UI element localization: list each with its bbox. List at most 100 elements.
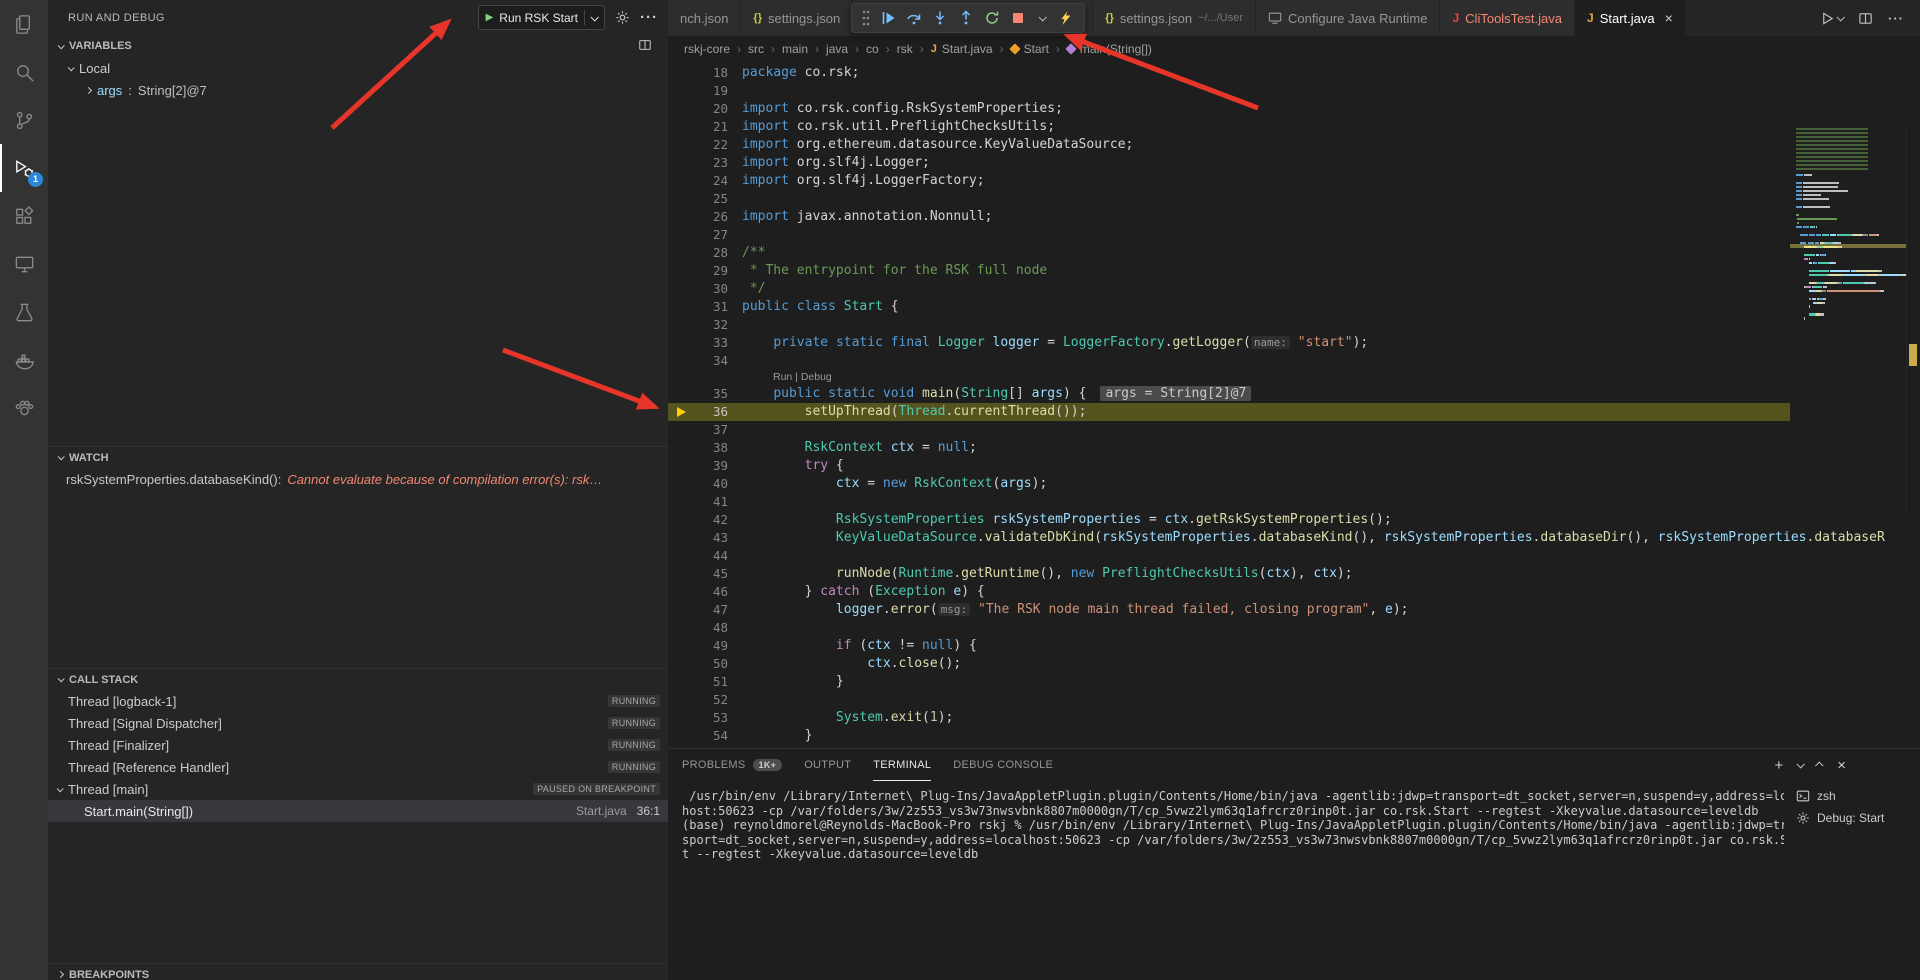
- code-line-32[interactable]: 32: [668, 316, 1920, 334]
- activity-docker[interactable]: [0, 336, 48, 384]
- code-line-49[interactable]: 49 if (ctx != null) {: [668, 637, 1920, 655]
- line-number[interactable]: 52: [694, 691, 728, 709]
- thread-row[interactable]: Thread [main]PAUSED ON BREAKPOINT: [48, 778, 668, 800]
- terminal-output[interactable]: /usr/bin/env /Library/Internet\ Plug-Ins…: [682, 789, 1784, 976]
- breadcrumb-item[interactable]: co: [866, 42, 879, 56]
- gutter-glyph[interactable]: [668, 727, 694, 745]
- code-line-41[interactable]: 41: [668, 493, 1920, 511]
- code-line-29[interactable]: 29 * The entrypoint for the RSK full nod…: [668, 262, 1920, 280]
- line-number[interactable]: 44: [694, 547, 728, 565]
- code-line-46[interactable]: 46 } catch (Exception e) {: [668, 583, 1920, 601]
- activity-explorer[interactable]: [0, 0, 48, 48]
- code-line-51[interactable]: 51 }: [668, 673, 1920, 691]
- gutter-glyph[interactable]: [668, 619, 694, 637]
- code-line-34[interactable]: 34: [668, 352, 1920, 370]
- new-terminal-icon[interactable]: +: [1774, 758, 1783, 773]
- breadcrumb-item[interactable]: Start: [1011, 42, 1049, 56]
- line-number[interactable]: 31: [694, 298, 728, 316]
- gutter-glyph[interactable]: [668, 334, 694, 352]
- editor-more-icon[interactable]: ···: [1888, 11, 1904, 26]
- breadcrumb-item[interactable]: java: [826, 42, 848, 56]
- tab-start-java[interactable]: JStart.java×: [1575, 0, 1686, 36]
- terminal-session-debug-start[interactable]: Debug: Start: [1786, 807, 1920, 829]
- line-number[interactable]: 54: [694, 727, 728, 745]
- thread-row[interactable]: Thread [Reference Handler]RUNNING: [48, 756, 668, 778]
- more-actions-icon[interactable]: ···: [640, 9, 658, 26]
- gutter-glyph[interactable]: [668, 154, 694, 172]
- gutter-glyph[interactable]: [668, 352, 694, 370]
- code-line-53[interactable]: 53 System.exit(1);: [668, 709, 1920, 727]
- gutter-glyph[interactable]: [668, 226, 694, 244]
- code-line-36[interactable]: 36 setUpThread(Thread.currentThread());: [668, 403, 1920, 421]
- line-number[interactable]: 45: [694, 565, 728, 583]
- line-number[interactable]: 53: [694, 709, 728, 727]
- gutter-glyph[interactable]: [668, 457, 694, 475]
- gutter-glyph[interactable]: [668, 316, 694, 334]
- gutter-glyph[interactable]: [668, 709, 694, 727]
- panel-tab-terminal[interactable]: TERMINAL: [873, 749, 931, 781]
- line-number[interactable]: 29: [694, 262, 728, 280]
- gutter-glyph[interactable]: [668, 385, 694, 403]
- minimap[interactable]: [1790, 124, 1906, 516]
- panel-tab-debug-console[interactable]: DEBUG CONSOLE: [953, 749, 1053, 781]
- code-line-35[interactable]: 35 public static void main(String[] args…: [668, 385, 1920, 403]
- gutter-glyph[interactable]: [668, 583, 694, 601]
- gutter-glyph[interactable]: [668, 565, 694, 583]
- line-number[interactable]: 43: [694, 529, 728, 547]
- activity-run-and-debug[interactable]: 1: [0, 144, 48, 192]
- breakpoints-header[interactable]: BREAKPOINTS: [48, 963, 668, 980]
- close-icon[interactable]: ×: [1665, 11, 1673, 25]
- stop-button[interactable]: [1010, 10, 1026, 26]
- code-line-50[interactable]: 50 ctx.close();: [668, 655, 1920, 673]
- code-line-45[interactable]: 45 runNode(Runtime.getRuntime(), new Pre…: [668, 565, 1920, 583]
- gutter-glyph[interactable]: [668, 298, 694, 316]
- toolbar-more-icon[interactable]: [1036, 10, 1048, 26]
- gutter-glyph[interactable]: [668, 172, 694, 190]
- code-line-33[interactable]: 33 private static final Logger logger = …: [668, 334, 1920, 352]
- scope-local[interactable]: Local: [48, 57, 668, 79]
- maximize-panel-icon[interactable]: [1815, 761, 1823, 769]
- breadcrumb-item[interactable]: main: [782, 42, 808, 56]
- gutter-glyph[interactable]: [668, 100, 694, 118]
- line-number[interactable]: 34: [694, 352, 728, 370]
- panel-tab-problems[interactable]: PROBLEMS1K+: [682, 749, 782, 781]
- gutter-glyph[interactable]: [668, 118, 694, 136]
- code-line-52[interactable]: 52: [668, 691, 1920, 709]
- line-number[interactable]: 35: [694, 385, 728, 403]
- step-out-button[interactable]: [958, 10, 974, 26]
- gutter-glyph[interactable]: [668, 475, 694, 493]
- panel-tab-output[interactable]: OUTPUT: [804, 749, 851, 781]
- variables-header[interactable]: VARIABLES: [48, 35, 668, 57]
- code-line-31[interactable]: 31public class Start {: [668, 298, 1920, 316]
- line-number[interactable]: 18: [694, 64, 728, 82]
- overview-ruler[interactable]: [1906, 124, 1920, 516]
- gutter-glyph[interactable]: [668, 136, 694, 154]
- gutter-glyph[interactable]: [668, 262, 694, 280]
- gutter-glyph[interactable]: [668, 244, 694, 262]
- line-number[interactable]: 37: [694, 421, 728, 439]
- tab-settings-json[interactable]: {}settings.json: [741, 0, 853, 36]
- code-line-24[interactable]: 24import org.slf4j.LoggerFactory;: [668, 172, 1920, 190]
- line-number[interactable]: 51: [694, 673, 728, 691]
- thread-row[interactable]: Thread [Signal Dispatcher]RUNNING: [48, 712, 668, 734]
- code-line-48[interactable]: 48: [668, 619, 1920, 637]
- continue-button[interactable]: [880, 10, 896, 26]
- code-line-30[interactable]: 30 */: [668, 280, 1920, 298]
- line-number[interactable]: 19: [694, 82, 728, 100]
- thread-row[interactable]: Thread [Finalizer]RUNNING: [48, 734, 668, 756]
- gutter-glyph[interactable]: [668, 637, 694, 655]
- gear-icon[interactable]: [615, 10, 630, 25]
- breadcrumb-item[interactable]: JStart.java: [931, 42, 993, 56]
- gutter-glyph[interactable]: [668, 691, 694, 709]
- activity-extensions[interactable]: [0, 192, 48, 240]
- line-number[interactable]: 48: [694, 619, 728, 637]
- run-java-button[interactable]: [1820, 11, 1843, 26]
- line-number[interactable]: 27: [694, 226, 728, 244]
- code-line-54[interactable]: 54 }: [668, 727, 1920, 745]
- code-line-21[interactable]: 21import co.rsk.util.PreflightChecksUtil…: [668, 118, 1920, 136]
- line-number[interactable]: 41: [694, 493, 728, 511]
- line-number[interactable]: 20: [694, 100, 728, 118]
- code-line-44[interactable]: 44: [668, 547, 1920, 565]
- gutter-glyph[interactable]: [668, 64, 694, 82]
- breadcrumb-item[interactable]: rskj-core: [684, 42, 730, 56]
